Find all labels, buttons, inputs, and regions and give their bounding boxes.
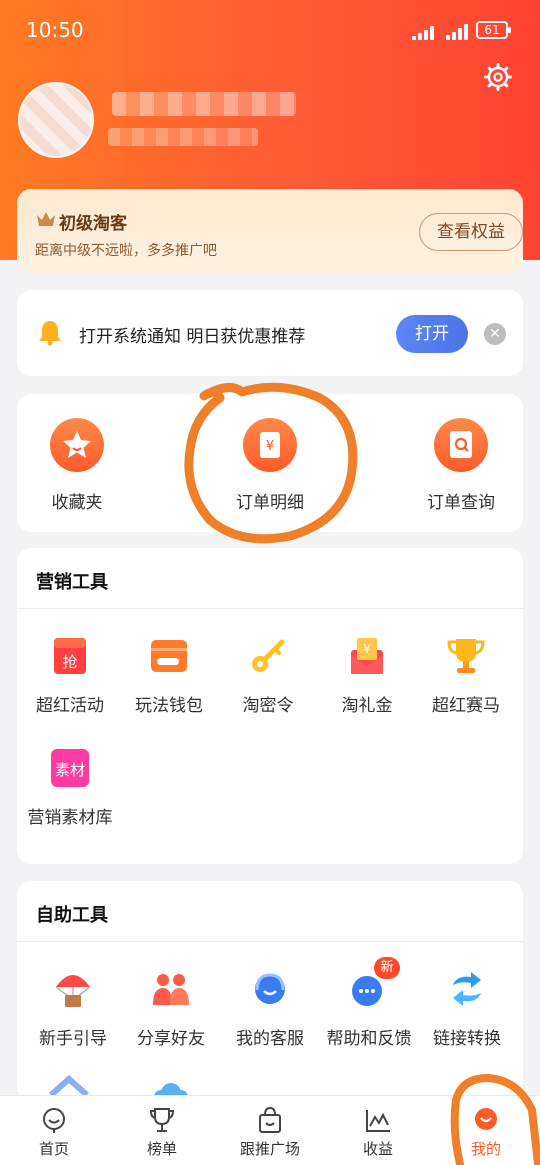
- tool-label: 玩法钱包: [135, 696, 203, 716]
- marketing-tools-title: 营销工具: [36, 572, 108, 593]
- tab-home[interactable]: 首页: [0, 1096, 108, 1165]
- order-search-icon: [434, 418, 488, 472]
- svg-text:抢: 抢: [62, 653, 77, 671]
- battery-indicator: 61: [476, 21, 511, 39]
- tab-label: 榜单: [146, 1140, 177, 1158]
- tool-label: 超红活动: [36, 696, 104, 716]
- favorites-entry[interactable]: 收藏夹: [17, 418, 137, 513]
- tool-label: 淘礼金: [341, 696, 393, 716]
- gift-money-icon: ¥: [347, 636, 387, 676]
- tab-mine[interactable]: 我的: [432, 1096, 540, 1165]
- new-badge: 新: [374, 957, 400, 979]
- tool-my-customer-service[interactable]: 我的客服: [220, 969, 320, 1049]
- favorites-label: 收藏夹: [51, 493, 103, 513]
- tab-rankings[interactable]: 榜单: [108, 1096, 216, 1165]
- trophy-icon: [446, 636, 486, 676]
- svg-text:¥: ¥: [266, 439, 274, 454]
- view-benefits-button[interactable]: 查看权益: [419, 213, 523, 251]
- profile-icon: [473, 1106, 499, 1134]
- svg-text:素材: 素材: [55, 761, 85, 779]
- shopping-bag-icon: [257, 1106, 283, 1134]
- tool-label: 分享好友: [137, 1029, 205, 1049]
- tool-link-convert[interactable]: 链接转换: [417, 969, 517, 1049]
- tool-material-library[interactable]: 素材 营销素材库: [20, 748, 120, 828]
- bell-icon: [39, 321, 61, 346]
- level-title: 初级淘客: [59, 214, 127, 234]
- tool-label: 链接转换: [433, 1029, 501, 1049]
- tab-label: 首页: [38, 1140, 69, 1158]
- cell-signal-icon: [442, 22, 472, 40]
- order-detail-label: 订单明细: [236, 493, 304, 513]
- share-friends-icon: [151, 969, 191, 1009]
- tab-label: 收益: [362, 1140, 393, 1158]
- tool-gift-money[interactable]: ¥ 淘礼金: [317, 636, 417, 716]
- help-feedback-icon: 新: [349, 957, 400, 1009]
- svg-text:¥: ¥: [363, 642, 371, 656]
- trophy-tab-icon: [149, 1106, 175, 1134]
- tool-super-red-activity[interactable]: 抢 超红活动: [20, 636, 120, 716]
- tool-tao-password[interactable]: 淘密令: [218, 636, 318, 716]
- tool-label: 淘密令: [242, 696, 294, 716]
- tool-label: 营销素材库: [27, 808, 113, 828]
- link-convert-icon: [447, 969, 487, 1009]
- order-search-entry[interactable]: 订单查询: [401, 418, 521, 513]
- username-redacted: [112, 92, 296, 116]
- divider: [17, 941, 523, 942]
- status-bar: 10:50 61: [0, 0, 540, 62]
- tool-label: 新手引导: [39, 1029, 107, 1049]
- marketing-tools-card: 营销工具 抢 超红活动 玩法钱包 淘密令 ¥ 淘礼金 超红赛马 素材 营销素材库: [17, 548, 523, 864]
- divider: [17, 608, 523, 609]
- tool-help-feedback[interactable]: 新 帮助和反馈: [319, 957, 419, 1049]
- tab-label: 跟推广场: [239, 1140, 300, 1158]
- level-card: 初级淘客 距离中级不远啦，多多推广吧 查看权益: [17, 189, 523, 273]
- tab-label: 我的: [470, 1140, 501, 1158]
- notice-text: 打开系统通知 明日获优惠推荐: [79, 327, 306, 347]
- orders-card: 收藏夹 ¥ 订单明细 订单查询: [17, 394, 523, 532]
- tab-earnings[interactable]: 收益: [324, 1096, 432, 1165]
- star-icon: [50, 418, 104, 472]
- grab-envelope-icon: 抢: [50, 636, 90, 676]
- material-library-icon: 素材: [50, 748, 90, 788]
- status-time: 10:50: [26, 18, 84, 42]
- tool-super-red-race[interactable]: 超红赛马: [416, 636, 516, 716]
- chart-icon: [365, 1106, 391, 1134]
- tool-label: 超红赛马: [432, 696, 500, 716]
- tab-follow-square[interactable]: 跟推广场: [216, 1096, 324, 1165]
- close-icon[interactable]: ✕: [484, 323, 506, 345]
- order-detail-entry[interactable]: ¥ 订单明细: [210, 418, 330, 513]
- tool-wallet[interactable]: 玩法钱包: [119, 636, 219, 716]
- order-search-label: 订单查询: [427, 493, 495, 513]
- tool-label: 帮助和反馈: [326, 1029, 412, 1049]
- order-detail-icon: ¥: [243, 418, 297, 472]
- tool-share-friends[interactable]: 分享好友: [121, 969, 221, 1049]
- home-face-icon: [41, 1106, 67, 1134]
- customer-service-icon: [250, 969, 290, 1009]
- wallet-icon: [149, 636, 189, 676]
- wifi-signal-icon: [408, 22, 438, 40]
- enable-notification-button[interactable]: 打开: [396, 315, 468, 353]
- settings-gear-icon[interactable]: [483, 62, 513, 92]
- parachute-icon: [53, 969, 93, 1009]
- tool-label: 我的客服: [236, 1029, 304, 1049]
- key-icon: [248, 636, 288, 676]
- self-service-tools-title: 自助工具: [36, 905, 108, 926]
- crown-icon: [37, 212, 55, 226]
- notification-banner: 打开系统通知 明日获优惠推荐 打开 ✕: [17, 290, 523, 376]
- self-service-tools-card: 自助工具 新手引导 分享好友 我的客服 新 帮助和反馈 链接转换: [17, 881, 523, 1101]
- bottom-tab-bar: 首页 榜单 跟推广场 收益 我的: [0, 1095, 540, 1165]
- user-id-redacted: [108, 128, 258, 146]
- level-subtitle: 距离中级不远啦，多多推广吧: [35, 243, 217, 259]
- avatar[interactable]: [18, 82, 94, 158]
- tool-beginner-guide[interactable]: 新手引导: [23, 969, 123, 1049]
